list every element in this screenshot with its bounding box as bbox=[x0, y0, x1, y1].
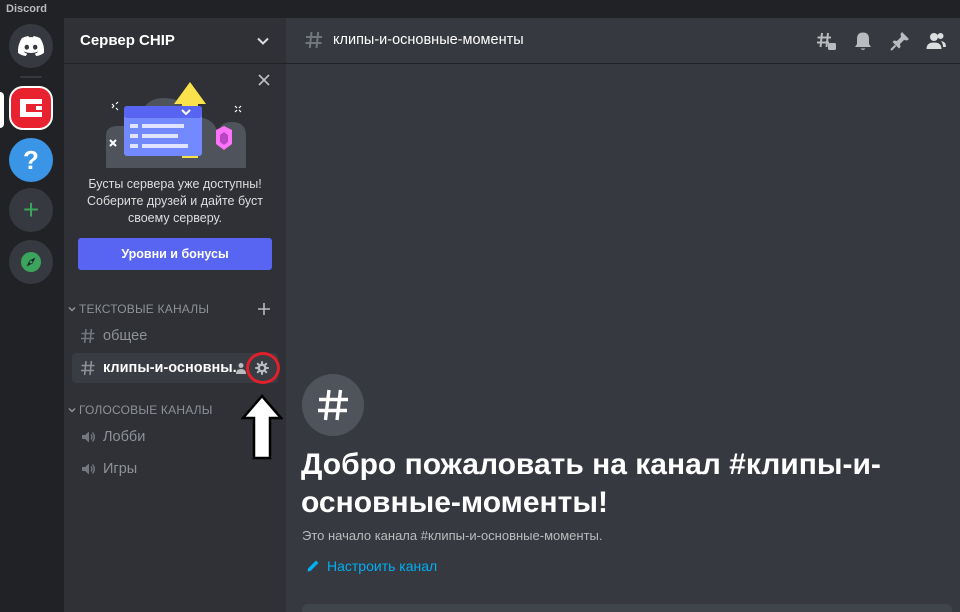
channel-name: общее bbox=[103, 328, 148, 344]
category-label: ТЕКСТОВЫЕ КАНАЛЫ bbox=[79, 302, 210, 316]
window-titlebar: Discord bbox=[0, 0, 960, 18]
server-list-separator bbox=[20, 76, 42, 78]
hash-icon bbox=[81, 328, 95, 344]
hash-icon bbox=[81, 360, 95, 376]
edit-channel-link[interactable]: Настроить канал bbox=[306, 558, 437, 574]
chevron-down-icon bbox=[68, 306, 76, 312]
question-icon: ? bbox=[23, 144, 39, 175]
threads-icon[interactable] bbox=[815, 30, 837, 52]
annotation-circle bbox=[246, 352, 280, 384]
message-input-edge[interactable] bbox=[302, 604, 952, 612]
channel-name: клипы-и-основны... bbox=[103, 360, 245, 376]
help-button[interactable]: ? bbox=[9, 138, 53, 182]
annotation-arrow-icon bbox=[241, 394, 283, 460]
channel-sidebar: Сервер CHIP Бусты сервера уже доступны! … bbox=[64, 18, 286, 612]
add-server-button[interactable]: + bbox=[9, 188, 53, 232]
hash-icon bbox=[318, 389, 348, 421]
welcome-channel-icon bbox=[302, 374, 364, 436]
channel-title: клипы-и-основные-моменты bbox=[333, 32, 524, 48]
channel-general[interactable]: общее bbox=[72, 321, 278, 351]
pencil-icon bbox=[307, 560, 319, 572]
hash-icon bbox=[305, 31, 322, 49]
chat-area: клипы-и-основные-моменты Добро пожаловат… bbox=[286, 18, 960, 612]
category-label: ГОЛОСОВЫЕ КАНАЛЫ bbox=[79, 403, 213, 417]
edit-channel-label: Настроить канал bbox=[327, 558, 438, 574]
app-name: Discord bbox=[6, 3, 47, 15]
server-list: ? + bbox=[0, 18, 64, 612]
plus-icon: + bbox=[22, 194, 40, 225]
welcome-subtitle: Это начало канала #клипы-и-основные-моме… bbox=[302, 528, 603, 543]
speaker-icon bbox=[82, 463, 95, 475]
active-server-indicator bbox=[0, 92, 4, 128]
boost-description: Бусты сервера уже доступны! Соберите дру… bbox=[87, 177, 263, 225]
channel-name: Игры bbox=[103, 461, 138, 477]
chevron-down-icon bbox=[257, 37, 269, 45]
chip-server-button[interactable] bbox=[9, 86, 53, 130]
add-channel-icon[interactable] bbox=[256, 301, 272, 317]
boost-illustration bbox=[106, 82, 246, 168]
compass-icon bbox=[21, 252, 41, 272]
chevron-down-icon bbox=[68, 407, 76, 413]
bell-icon[interactable] bbox=[852, 30, 874, 52]
discord-logo-icon bbox=[18, 36, 44, 56]
server-header[interactable]: Сервер CHIP bbox=[64, 18, 286, 64]
speaker-icon bbox=[82, 431, 95, 443]
boost-levels-button[interactable]: Уровни и бонусы bbox=[78, 238, 272, 270]
explore-servers-button[interactable] bbox=[9, 240, 53, 284]
members-icon[interactable] bbox=[925, 30, 947, 52]
category-text-channels[interactable]: ТЕКСТОВЫЕ КАНАЛЫ bbox=[64, 299, 286, 319]
chip-logo-icon bbox=[20, 99, 42, 117]
channel-name: Лобби bbox=[103, 429, 146, 445]
home-button[interactable] bbox=[9, 24, 53, 68]
boost-banner: Бусты сервера уже доступны! Соберите дру… bbox=[64, 64, 286, 290]
server-name: Сервер CHIP bbox=[80, 32, 175, 49]
welcome-title: Добро пожаловать на канал #клипы-и-основ… bbox=[301, 448, 881, 519]
pin-icon[interactable] bbox=[889, 30, 911, 52]
close-icon[interactable] bbox=[256, 72, 272, 88]
channel-header: клипы-и-основные-моменты bbox=[286, 18, 960, 64]
